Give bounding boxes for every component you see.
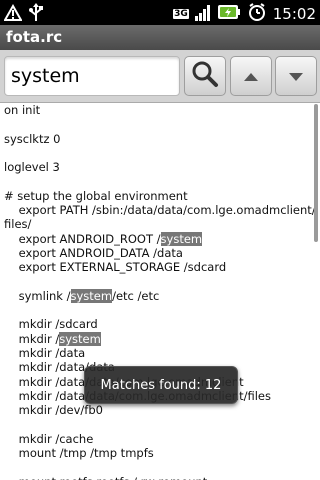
file-line (0, 174, 314, 188)
search-match-highlight: system (70, 288, 113, 303)
line-text: mkdir /data (4, 346, 86, 361)
file-line: on init (0, 103, 314, 117)
line-text: sysclktz 0 (4, 131, 61, 146)
alarm-icon (247, 2, 267, 26)
search-icon (191, 60, 219, 92)
search-bar (0, 50, 320, 103)
next-match-button[interactable] (275, 56, 317, 96)
file-line (0, 275, 314, 289)
toast-text: Matches found: 12 (100, 377, 222, 393)
usb-debug-icon (3, 3, 23, 26)
line-text: export ANDROID_ROOT / (4, 231, 161, 246)
search-match-highlight: system (59, 331, 101, 346)
file-line (0, 303, 314, 317)
line-text: loglevel 3 (4, 160, 60, 175)
file-line: symlink /system/etc /etc (0, 288, 314, 303)
previous-match-button[interactable] (230, 56, 272, 96)
line-text: # setup the global environment (4, 188, 188, 203)
next-match-icon (288, 67, 304, 86)
line-text: export ANDROID_DATA /data (4, 245, 183, 260)
file-line: mount rootfs rootfs / rw remount (0, 475, 314, 480)
scrollbar[interactable] (314, 104, 318, 242)
status-bar-left (3, 3, 44, 27)
line-text: mount rootfs rootfs / rw remount (4, 475, 208, 480)
file-line (0, 117, 314, 131)
signal-icon (194, 3, 211, 25)
line-text: symlink / (4, 288, 71, 303)
file-line: # setup the global environment (0, 189, 314, 203)
file-line: mkdir /dev/fb0 (0, 403, 314, 417)
line-text: export EXTERNAL_STORAGE /sdcard (4, 260, 227, 275)
matches-toast: Matches found: 12 (84, 366, 238, 404)
line-text: mount /tmp /tmp tmpfs (4, 446, 154, 461)
line-text: mkdir /cache (4, 431, 94, 446)
status-time: 15:02 (272, 5, 316, 23)
battery-icon (217, 3, 241, 25)
file-line (0, 146, 314, 160)
status-bar: 3G 15:02 (0, 0, 320, 25)
file-line: mkdir /cache (0, 432, 314, 446)
line-text: files/ (4, 217, 32, 232)
file-line: mkdir /system (0, 331, 314, 346)
search-button[interactable] (184, 56, 226, 96)
file-line: export ANDROID_DATA /data (0, 246, 314, 260)
line-text: mkdir /dev/fb0 (4, 403, 103, 418)
page-title: fota.rc (6, 28, 63, 46)
search-match-highlight: system (160, 231, 203, 246)
file-content[interactable]: on init sysclktz 0 loglevel 3 # setup the g… (0, 103, 314, 480)
usb-icon (28, 3, 44, 27)
file-line (0, 460, 314, 474)
status-bar-right: 3G 15:02 (173, 2, 316, 26)
file-line: export ANDROID_ROOT /system (0, 231, 314, 246)
network-type-badge: 3G (173, 9, 189, 19)
file-line: export PATH /sbin:/data/data/com.lge.oma… (0, 203, 314, 217)
file-line: files/ (0, 217, 314, 231)
line-text: mkdir /sdcard (4, 317, 98, 332)
line-text: mkdir / (4, 331, 60, 346)
file-line (0, 418, 314, 432)
search-input[interactable] (4, 56, 180, 96)
line-text: export PATH /sbin:/data/data/com.lge.oma… (4, 203, 314, 218)
line-text: on init (4, 103, 41, 117)
file-line: mkdir /data (0, 346, 314, 360)
previous-match-icon (243, 67, 259, 86)
file-line: sysclktz 0 (0, 132, 314, 146)
title-bar: fota.rc (0, 25, 320, 51)
line-text: /etc /etc (112, 288, 160, 303)
file-line: mkdir /sdcard (0, 317, 314, 331)
file-line: loglevel 3 (0, 160, 314, 174)
file-line: export EXTERNAL_STORAGE /sdcard (0, 260, 314, 274)
file-line: mount /tmp /tmp tmpfs (0, 446, 314, 460)
